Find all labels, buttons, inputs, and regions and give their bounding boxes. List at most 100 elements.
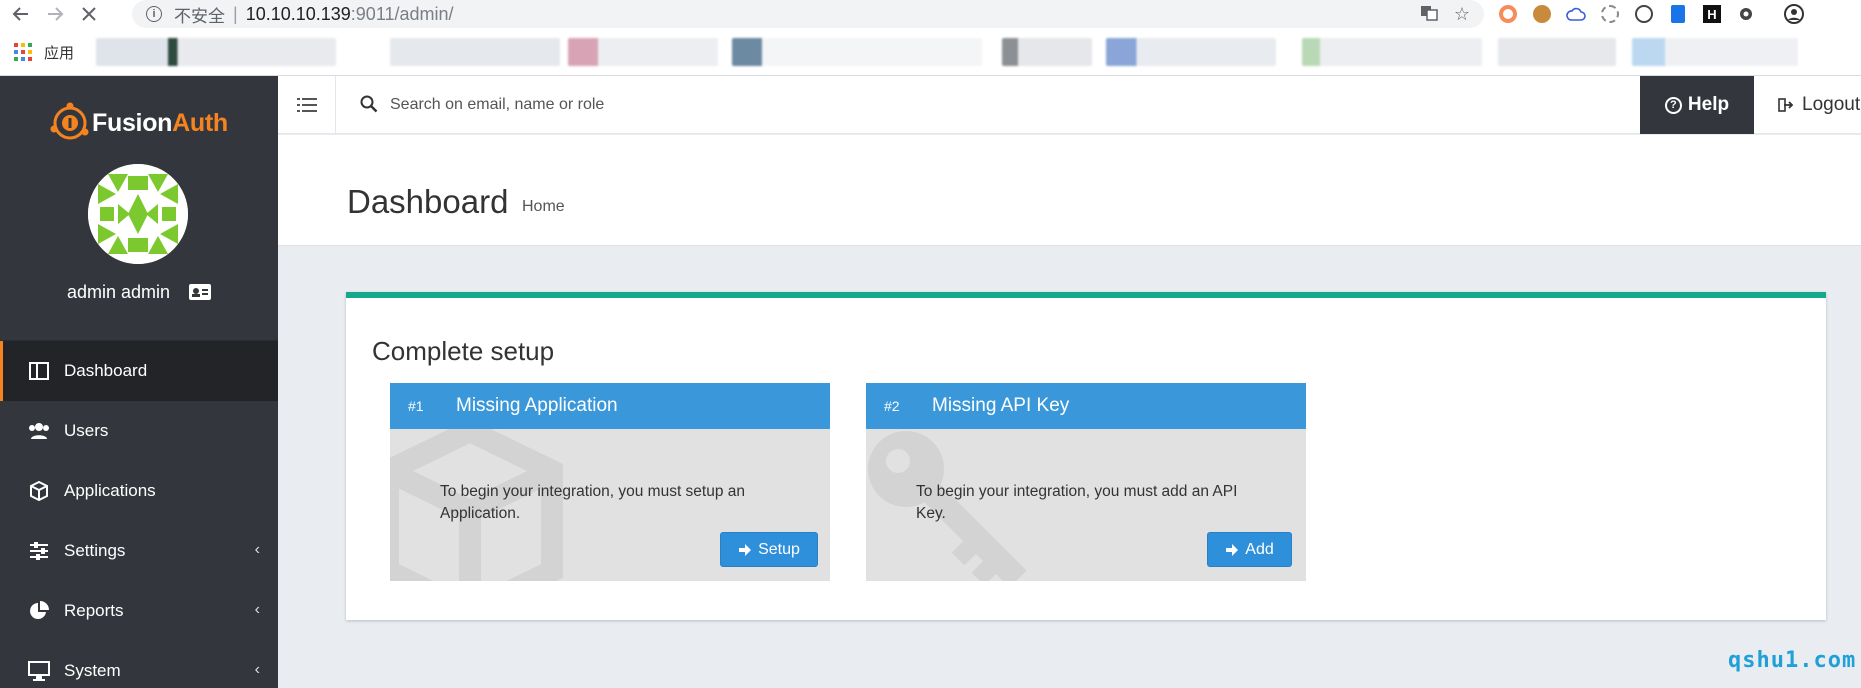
sidebar: FusionAuth admin admin Dashboard Users A…	[0, 76, 278, 688]
panel-title: Complete setup	[372, 336, 555, 366]
list-icon	[296, 98, 317, 112]
sidebar-item-applications[interactable]: Applications	[0, 461, 278, 521]
extension-h-icon[interactable]: H	[1700, 2, 1724, 26]
sidebar-item-dashboard[interactable]: Dashboard	[0, 341, 278, 401]
extension-swirl-icon[interactable]	[1632, 2, 1656, 26]
bookmark-blurred[interactable]	[96, 38, 336, 66]
dashboard-icon	[28, 360, 50, 382]
chevron-left-icon: ‹	[254, 661, 260, 678]
sidebar-item-label: Dashboard	[64, 361, 148, 380]
sidebar-item-label: Applications	[64, 481, 156, 500]
sidebar-item-users[interactable]: Users	[0, 401, 278, 461]
setup-card-application: #1 Missing Application To begin your int…	[390, 383, 830, 581]
help-button[interactable]: ? Help	[1640, 76, 1754, 134]
avatar[interactable]	[88, 164, 188, 264]
bookmark-blurred[interactable]	[1002, 38, 1092, 66]
id-card-icon[interactable]	[189, 284, 212, 300]
sign-out-icon	[1778, 98, 1794, 112]
identicon-icon	[88, 164, 188, 264]
help-label: Help	[1687, 94, 1730, 115]
card-text: To begin your integration, you must add …	[916, 483, 1238, 522]
bookmark-blurred[interactable]	[1498, 38, 1616, 66]
bookmark-blurred[interactable]	[1106, 38, 1276, 66]
sliders-icon	[28, 540, 50, 562]
sidebar-item-label: Settings	[64, 541, 126, 560]
page-title: Dashboard	[347, 183, 509, 220]
sidebar-item-label: Users	[64, 421, 109, 440]
setup-panel: Complete setup #1 Missing Application To…	[346, 292, 1826, 620]
cube-icon	[28, 480, 50, 502]
address-separator: |	[233, 3, 238, 24]
users-icon	[28, 420, 50, 442]
pie-chart-icon	[28, 600, 50, 622]
top-bar: ? Help Logout	[278, 76, 1861, 134]
bookmarks-bar: 应用	[0, 28, 1861, 76]
info-icon[interactable]: i	[146, 6, 162, 22]
add-api-key-button[interactable]: Add	[1207, 532, 1292, 567]
logout-button[interactable]: Logout	[1778, 76, 1860, 134]
sidebar-item-reports[interactable]: Reports ‹	[0, 581, 278, 641]
card-number: #2	[884, 398, 900, 414]
sidebar-item-system[interactable]: System ‹	[0, 641, 278, 688]
back-button[interactable]	[8, 2, 34, 26]
setup-button[interactable]: Setup	[720, 532, 818, 567]
extension-orange-icon[interactable]	[1496, 2, 1520, 26]
search-input[interactable]	[390, 90, 990, 120]
setup-card-api-key: #2 Missing API Key To begin your integra…	[866, 383, 1306, 581]
logout-label: Logout	[1802, 94, 1861, 115]
sidebar-item-label: System	[64, 661, 121, 680]
user-info: admin admin	[0, 282, 278, 303]
button-label: Add	[1245, 540, 1274, 558]
profile-icon[interactable]	[1782, 2, 1806, 26]
stop-loading-button[interactable]	[76, 2, 102, 26]
apps-grid-icon[interactable]	[14, 43, 32, 61]
insecure-label: 不安全	[174, 6, 225, 26]
extension-gear-icon[interactable]	[1598, 2, 1622, 26]
bookmark-blurred[interactable]	[390, 38, 560, 66]
star-icon[interactable]: ☆	[1454, 4, 1470, 27]
fusionauth-logo-icon	[50, 102, 89, 140]
brand-logo[interactable]: FusionAuth	[48, 101, 228, 145]
bookmark-blurred[interactable]	[1632, 38, 1798, 66]
arrow-right-icon	[739, 543, 752, 556]
extension-file-icon[interactable]	[1666, 2, 1690, 26]
card-title: Missing API Key	[932, 395, 1070, 416]
browser-toolbar: i 不安全 | 10.10.10.139:9011/admin/ ☆ H	[0, 0, 1861, 28]
page-header: Dashboard Home	[278, 135, 1861, 246]
card-text: To begin your integration, you must setu…	[440, 483, 746, 522]
sidebar-item-settings[interactable]: Settings ‹	[0, 521, 278, 581]
forward-button[interactable]	[42, 2, 68, 26]
address-bar[interactable]: i 不安全 | 10.10.10.139:9011/admin/ ☆	[132, 0, 1484, 28]
search-icon	[360, 95, 378, 118]
breadcrumb[interactable]: Home	[522, 198, 565, 216]
card-header: #1 Missing Application	[390, 383, 830, 429]
bookmark-blurred[interactable]	[568, 38, 718, 66]
brand-name: FusionAuth	[92, 108, 228, 137]
card-title: Missing Application	[456, 395, 618, 416]
address-path: :9011/admin/	[350, 3, 454, 24]
desktop-icon	[28, 660, 50, 682]
bookmark-blurred[interactable]	[732, 38, 982, 66]
arrow-right-icon	[48, 7, 64, 21]
username[interactable]: admin admin	[67, 282, 170, 302]
close-icon	[82, 7, 96, 21]
card-header: #2 Missing API Key	[866, 383, 1306, 429]
address-host: 10.10.10.139	[245, 3, 351, 24]
bookmark-blurred[interactable]	[1302, 38, 1482, 66]
card-number: #1	[408, 398, 424, 414]
cloud-icon[interactable]	[1564, 2, 1588, 26]
button-label: Setup	[758, 540, 800, 558]
extension-settings-icon[interactable]	[1734, 2, 1758, 26]
cookie-icon[interactable]	[1530, 2, 1554, 26]
sidebar-menu: Dashboard Users Applications Settings ‹	[0, 340, 278, 688]
chevron-left-icon: ‹	[254, 601, 260, 618]
sidebar-item-label: Reports	[64, 601, 124, 620]
question-circle-icon: ?	[1664, 96, 1682, 114]
menu-toggle-button[interactable]	[278, 76, 336, 134]
apps-label[interactable]: 应用	[44, 42, 74, 63]
extensions-bar: H	[1496, 2, 1806, 26]
site-watermark: qshu1.com	[1728, 648, 1857, 673]
arrow-left-icon	[12, 7, 28, 21]
translate-icon[interactable]	[1420, 4, 1438, 27]
arrow-right-icon	[1226, 543, 1239, 556]
